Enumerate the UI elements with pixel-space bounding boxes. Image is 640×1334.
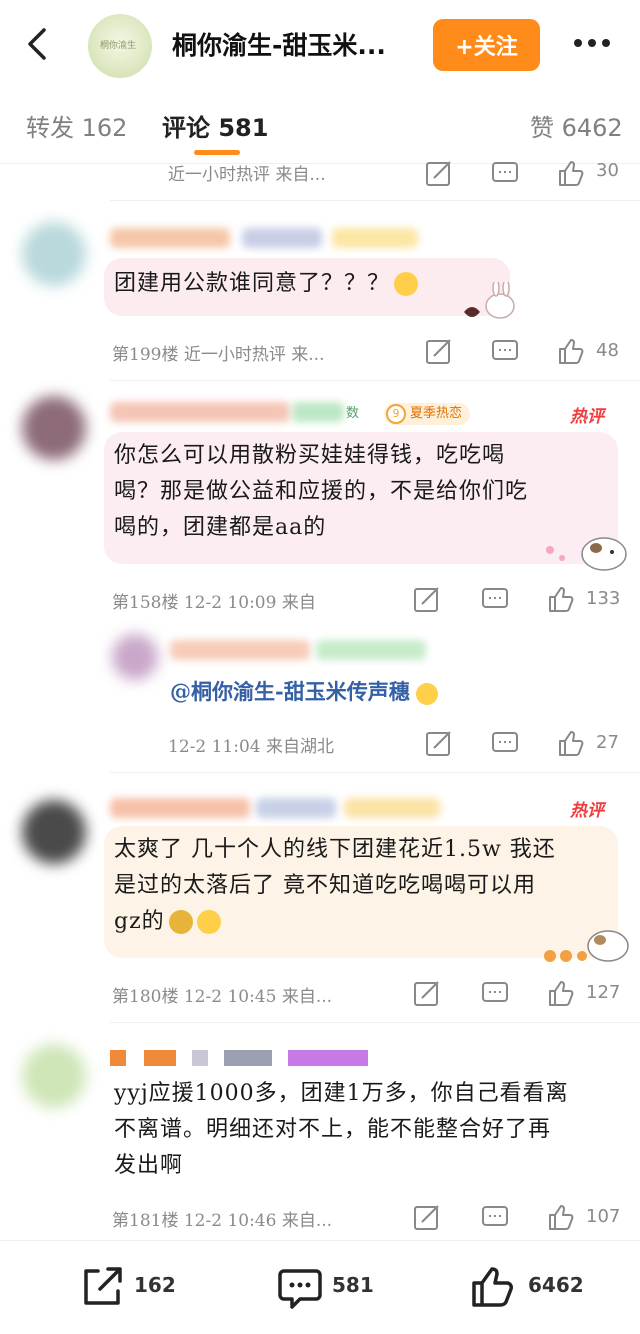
comment-text-line: 不离谱。明细还对不上，能不能整合好了再 <box>114 1117 552 1142</box>
comment-icon[interactable] <box>490 158 520 188</box>
divider <box>110 1022 640 1023</box>
username-redacted <box>110 402 290 422</box>
comment-text-line: 团建用公款谁同意了？？？ <box>114 271 391 296</box>
avatar[interactable] <box>22 1044 86 1108</box>
edit-icon[interactable] <box>424 336 454 366</box>
like-count: 48 <box>596 340 619 361</box>
thumb-up-icon[interactable] <box>556 336 586 366</box>
puppy-sticker-icon <box>546 537 627 571</box>
follow-button[interactable]: +关注 <box>433 19 540 71</box>
mention-text: @桐你渝生-甜玉米传声穗 <box>170 679 410 704</box>
comment-count: 581 <box>332 1273 374 1297</box>
username-redacted <box>110 798 250 818</box>
divider <box>110 200 640 201</box>
bunny-sticker-icon <box>464 282 515 319</box>
edit-icon[interactable] <box>424 158 454 188</box>
comment-icon[interactable] <box>480 1202 510 1232</box>
avatar[interactable] <box>22 222 86 286</box>
fan-tag: 数 <box>346 406 360 421</box>
tab-bar: 转发 162 评论 581 赞 6462 <box>0 88 640 164</box>
comment-text-line: 发出啊 <box>114 1153 184 1178</box>
share-icon[interactable] <box>78 1263 126 1311</box>
tab-comments[interactable]: 评论 581 <box>162 108 268 143</box>
thumb-up-icon[interactable] <box>556 158 586 188</box>
thumb-up-icon[interactable] <box>546 1202 576 1232</box>
top-navigation-bar: 桐你渝生 桐你渝生-甜玉米... +关注 <box>0 0 640 88</box>
badge-level: 9 <box>386 404 406 424</box>
comment-text-line: 是过的太落后了 竟不知道吃吃喝喝可以用 <box>114 873 536 898</box>
comment-text-line: yyj应援1000多，团建1万多，你自己看看离 <box>114 1081 569 1106</box>
comment-text-line: 太爽了 几十个人的线下团建花近1.5w 我还 <box>114 837 556 862</box>
username-redacted <box>110 1050 370 1068</box>
username-redacted <box>170 640 310 660</box>
page-title[interactable]: 桐你渝生-甜玉米... <box>172 26 386 62</box>
reply-mention-link[interactable]: @桐你渝生-甜玉米传声穗 <box>170 676 438 706</box>
thumb-up-icon[interactable] <box>546 978 576 1008</box>
comment-text: yyj应援1000多，团建1万多，你自己看看离 不离谱。明细还对不上，能不能整合… <box>114 1076 624 1184</box>
comment-meta: 第199楼 近一小时热评 来... <box>112 345 325 365</box>
thumb-up-icon[interactable] <box>468 1263 516 1311</box>
comment-text-line: gz的 <box>114 909 165 934</box>
edit-icon[interactable] <box>412 1202 442 1232</box>
comment-meta: 第180楼 12-2 10:45 来自... <box>112 987 333 1007</box>
avatar-caption: 桐你渝生 <box>100 41 137 51</box>
comment-icon[interactable] <box>276 1263 324 1311</box>
comment-text: 团建用公款谁同意了？？？ <box>114 266 419 302</box>
comment-text-line: 喝？那是做公益和应援的，不是给你们吃 <box>114 479 529 504</box>
badge-label: 夏季热恋 <box>410 406 463 421</box>
like-count: 107 <box>586 1206 621 1227</box>
tab-reposts[interactable]: 转发 162 <box>26 108 127 143</box>
comment-meta: 近一小时热评 来自... <box>168 165 326 185</box>
divider <box>110 380 640 381</box>
like-count-total: 6462 <box>528 1273 584 1297</box>
comment-text-line: 你怎么可以用散粉买娃娃得钱，吃吃喝 <box>114 443 506 468</box>
username-redacted <box>332 228 418 248</box>
fan-badge-redacted <box>292 402 344 422</box>
like-count: 127 <box>586 982 621 1003</box>
reply-avatar[interactable] <box>112 634 158 680</box>
comment-icon[interactable] <box>490 336 520 366</box>
bottom-action-bar: 162 581 6462 <box>0 1240 640 1334</box>
username-redacted <box>110 228 230 248</box>
avatar[interactable] <box>22 800 86 864</box>
thumb-up-icon[interactable] <box>546 584 576 614</box>
like-count: 30 <box>596 160 619 181</box>
edit-icon[interactable] <box>412 978 442 1008</box>
hamster-sticker-icon <box>544 930 629 962</box>
username-redacted <box>256 798 336 818</box>
comment-meta: 第158楼 12-2 10:09 来自 <box>112 593 316 613</box>
hot-comment-tag: 热评 <box>570 801 604 821</box>
tab-likes[interactable]: 赞 6462 <box>530 108 623 143</box>
comment-meta: 第181楼 12-2 10:46 来自... <box>112 1211 333 1231</box>
edit-icon[interactable] <box>412 584 442 614</box>
money-bag-emoji-icon <box>168 910 193 934</box>
comment-icon[interactable] <box>480 978 510 1008</box>
account-avatar[interactable]: 桐你渝生 <box>88 14 152 78</box>
like-count: 133 <box>586 588 621 609</box>
divider <box>110 772 640 773</box>
more-icon[interactable] <box>572 28 612 58</box>
edit-icon[interactable] <box>424 728 454 758</box>
shrug-emoji-icon <box>415 682 438 705</box>
comment-icon[interactable] <box>490 728 520 758</box>
back-arrow-icon[interactable] <box>18 24 58 64</box>
active-tab-indicator <box>194 150 240 155</box>
reply-meta: 12-2 11:04 来自湖北 <box>168 737 334 757</box>
hot-comment-tag: 热评 <box>570 407 604 427</box>
avatar[interactable] <box>22 396 86 460</box>
comment-icon[interactable] <box>480 584 510 614</box>
emoji-face-icon <box>394 272 419 296</box>
like-count: 27 <box>596 732 619 753</box>
crying-emoji-icon <box>196 910 221 934</box>
username-redacted <box>242 228 322 248</box>
thumb-up-icon[interactable] <box>556 728 586 758</box>
repost-count: 162 <box>134 1273 176 1297</box>
username-redacted <box>344 798 440 818</box>
username-redacted <box>316 640 426 660</box>
summer-badge[interactable]: 9 夏季热恋 <box>384 403 471 425</box>
